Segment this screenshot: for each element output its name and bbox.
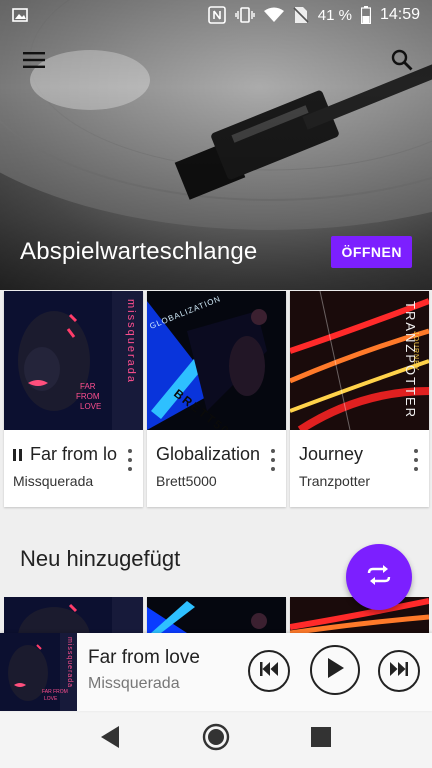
card-artist: Tranzpotter xyxy=(299,473,371,489)
recents-icon[interactable] xyxy=(311,727,332,752)
svg-text:FAR: FAR xyxy=(80,382,96,391)
no-sim-icon xyxy=(293,6,309,24)
now-playing-cover: missquerada FAR FROM LOVE xyxy=(0,633,77,711)
menu-button[interactable] xyxy=(16,44,52,80)
system-navigation-bar xyxy=(0,711,432,768)
card-title: Far from love xyxy=(30,444,117,464)
battery-icon xyxy=(360,6,371,24)
home-icon[interactable] xyxy=(202,723,230,756)
search-icon xyxy=(391,49,413,76)
skip-next-icon xyxy=(390,661,408,681)
queue-list: missquerada FAR FROM LOVE Far from love … xyxy=(4,291,429,507)
album-cover-brett5000: GLOBALIZATION BRETT5000 xyxy=(147,291,286,430)
recently-added-title: Neu hinzugefügt xyxy=(20,546,181,571)
shuffle-repeat-fab[interactable] xyxy=(346,544,412,610)
recent-item-1[interactable] xyxy=(4,597,143,633)
svg-text:LOVE: LOVE xyxy=(80,402,101,411)
clock: 14:59 xyxy=(379,6,420,23)
next-button[interactable] xyxy=(378,650,420,692)
open-queue-button[interactable]: ÖFFNEN xyxy=(331,236,412,268)
vibrate-icon xyxy=(235,6,255,24)
wifi-icon xyxy=(263,7,284,23)
album-cover-tranzpotter: TRANZPOTTER JOURNEY xyxy=(290,291,429,430)
card-artist: Missquerada xyxy=(13,473,94,489)
recent-item-2[interactable] xyxy=(147,597,286,633)
search-button[interactable] xyxy=(384,44,420,80)
card-title: Journey xyxy=(299,444,364,464)
album-cover-brett5000 xyxy=(147,597,286,633)
album-cover-missquerada xyxy=(4,597,143,633)
album-cover-missquerada: missquerada FAR FROM LOVE xyxy=(4,291,143,430)
skip-previous-icon xyxy=(260,661,278,681)
queue-item-far-from-love[interactable]: missquerada FAR FROM LOVE Far from love … xyxy=(4,291,143,507)
battery-percent: 41 % xyxy=(317,6,352,24)
queue-title: Abspielwarteschlange xyxy=(20,238,258,265)
image-icon xyxy=(12,7,28,23)
svg-text:FROM: FROM xyxy=(76,392,100,401)
more-options-icon[interactable] xyxy=(123,449,137,471)
card-artist: Brett5000 xyxy=(156,473,217,489)
now-playing-title: Far from love xyxy=(88,647,200,668)
status-bar: 41 % 14:59 xyxy=(0,0,432,30)
card-title: Globalization xyxy=(156,444,260,464)
more-options-icon[interactable] xyxy=(409,449,423,471)
now-playing-artist: Missquerada xyxy=(88,675,180,692)
queue-item-journey[interactable]: TRANZPOTTER JOURNEY Journey Tranzpotter xyxy=(290,291,429,507)
more-options-icon[interactable] xyxy=(266,449,280,471)
svg-text:missquerada: missquerada xyxy=(66,637,73,688)
play-button[interactable] xyxy=(310,645,360,695)
svg-text:JOURNEY: JOURNEY xyxy=(412,331,419,371)
play-icon xyxy=(326,657,344,683)
now-playing-bar[interactable]: missquerada FAR FROM LOVE Far from love … xyxy=(0,633,432,711)
queue-item-globalization[interactable]: GLOBALIZATION BRETT5000 Globalization Br… xyxy=(147,291,286,507)
pause-icon xyxy=(13,448,22,461)
previous-button[interactable] xyxy=(248,650,290,692)
svg-text:LOVE: LOVE xyxy=(44,696,58,702)
menu-icon xyxy=(23,51,45,73)
svg-text:missquerada: missquerada xyxy=(125,299,137,384)
back-icon[interactable] xyxy=(100,726,121,753)
repeat-icon xyxy=(365,564,393,591)
svg-text:FAR FROM: FAR FROM xyxy=(42,689,68,695)
nfc-icon xyxy=(207,6,226,24)
